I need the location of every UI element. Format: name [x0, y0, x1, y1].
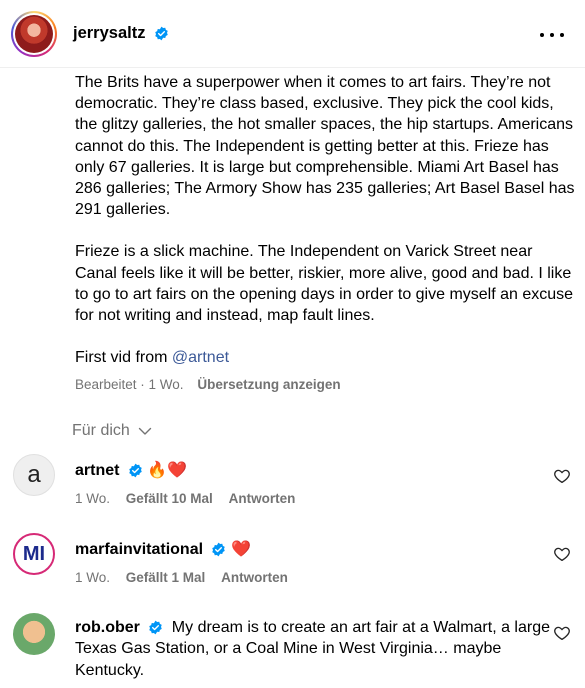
commenter-username-text[interactable]: marfainvitational — [75, 541, 203, 558]
comment-text: My dream is to create an art fair at a W… — [75, 619, 551, 679]
commenter-avatar[interactable] — [13, 613, 55, 655]
comment-likes-count[interactable]: Gefällt 1 Mal — [126, 570, 206, 585]
comment-filter-label: Für dich — [72, 422, 130, 439]
caption-paragraph: First vid from @artnet — [75, 347, 575, 368]
mention-link[interactable]: @artnet — [172, 349, 229, 366]
comment-text: 🔥❤️ — [147, 462, 188, 479]
comment-text: ❤️ — [230, 541, 251, 558]
more-dot-icon — [540, 33, 544, 37]
commenter-username[interactable]: rob.ober — [75, 619, 140, 636]
comment-body: rob.ober My dream is to create an art fa… — [75, 617, 565, 681]
translate-button[interactable]: Übersetzung anzeigen — [197, 377, 340, 392]
like-heart-icon[interactable] — [553, 624, 571, 642]
verified-badge-icon — [155, 26, 168, 41]
more-dot-icon — [560, 33, 564, 37]
comment-meta: 1 Wo. Gefällt 10 Mal Antworten — [75, 491, 295, 506]
commenter-username-text[interactable]: artnet — [75, 462, 119, 479]
comment-filter-dropdown[interactable]: Für dich — [72, 422, 152, 440]
commenter-username: marfainvitational ❤️ — [75, 539, 251, 559]
more-options-button[interactable] — [540, 26, 564, 44]
caption-text: First vid from — [75, 349, 172, 367]
post-meta: Bearbeitet · 1 Wo. Übersetzung anzeigen — [75, 377, 341, 392]
verified-badge-icon — [149, 620, 163, 635]
caption-paragraph: Frieze is a slick machine. The Independe… — [75, 243, 574, 325]
like-heart-icon[interactable] — [553, 545, 571, 563]
author-username[interactable]: jerrysaltz — [73, 24, 169, 43]
post-header: jerrysaltz — [0, 0, 585, 68]
like-heart-icon[interactable] — [553, 467, 571, 485]
author-avatar[interactable] — [11, 11, 57, 57]
avatar-logo-text: MI — [22, 542, 46, 565]
avatar-letter: a — [27, 461, 41, 488]
reply-button[interactable]: Antworten — [221, 570, 288, 585]
author-avatar-image — [15, 15, 53, 53]
post-caption: The Brits have a superpower when it come… — [75, 72, 575, 389]
more-dot-icon — [550, 33, 554, 37]
edited-timestamp: Bearbeitet · 1 Wo. — [75, 377, 184, 392]
commenter-avatar[interactable]: a — [13, 454, 55, 496]
comment-meta: 1 Wo. Gefällt 1 Mal Antworten — [75, 570, 288, 585]
chevron-down-icon — [139, 427, 152, 435]
commenter-username: artnet 🔥❤️ — [75, 460, 187, 480]
author-username-text[interactable]: jerrysaltz — [73, 24, 145, 42]
comment-likes-count[interactable]: Gefällt 10 Mal — [126, 491, 213, 506]
comment-timestamp: 1 Wo. — [75, 570, 111, 585]
verified-badge-icon — [129, 463, 142, 478]
caption-paragraph: The Brits have a superpower when it come… — [75, 74, 575, 219]
verified-badge-icon — [212, 542, 226, 557]
reply-button[interactable]: Antworten — [229, 491, 296, 506]
comment-timestamp: 1 Wo. — [75, 491, 111, 506]
commenter-avatar[interactable]: MI — [13, 533, 55, 575]
